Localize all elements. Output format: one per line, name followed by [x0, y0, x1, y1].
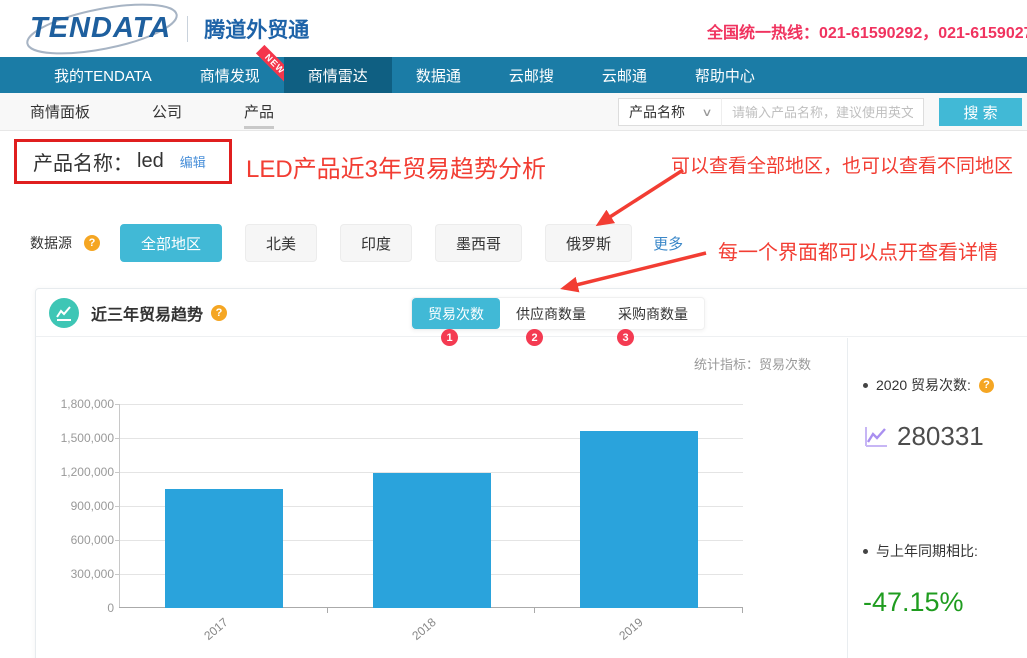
line-chart-icon	[49, 298, 79, 328]
product-name-label: 产品名称：	[33, 147, 133, 176]
chevron-down-icon: ∨	[701, 106, 712, 119]
region-button-russia[interactable]: 俄罗斯	[545, 224, 632, 262]
nav-item-label: 数据通	[416, 65, 461, 86]
subnav-item-dashboard[interactable]: 商情面板	[30, 93, 90, 131]
subnav-item-label: 产品	[244, 101, 274, 122]
bar-column-2018: 2018	[328, 404, 536, 608]
nav-item-label: 商情雷达	[308, 65, 368, 86]
bar-column-2019: 2019	[535, 404, 743, 608]
x-axis-label-2017: 2017	[201, 615, 230, 643]
x-axis-label-2018: 2018	[409, 615, 438, 643]
bar-chart-plot: 2017 2018 2019	[119, 404, 743, 608]
nav-item-mail[interactable]: 云邮通	[578, 57, 671, 93]
tab-supplier-count[interactable]: 供应商数量	[500, 298, 602, 329]
metric-tabs: 贸易次数 供应商数量 采购商数量	[411, 297, 705, 330]
stat-2020-value: 280331	[863, 421, 984, 452]
tab-buyer-count[interactable]: 采购商数量	[602, 298, 704, 329]
logo-text: TENDATA	[30, 12, 171, 45]
help-icon[interactable]: ?	[84, 235, 100, 251]
bullet-dot	[863, 549, 868, 554]
nav-item-datahub[interactable]: 数据通	[392, 57, 485, 93]
help-icon[interactable]: ?	[211, 305, 227, 321]
search-group: 产品名称 ∨ 搜 索	[618, 98, 1022, 126]
brand-name: 腾道外贸通	[204, 14, 309, 44]
region-buttons: 全部地区 北美 印度 墨西哥 俄罗斯	[120, 224, 655, 262]
nav-item-label: 云邮通	[602, 65, 647, 86]
search-category-value: 产品名称	[629, 102, 685, 122]
y-axis-ticks: 1,800,000 1,500,000 1,200,000 900,000 60…	[36, 404, 114, 608]
tab-trade-count[interactable]: 贸易次数	[412, 298, 500, 329]
y-tick: 900,000	[71, 499, 114, 513]
search-input[interactable]	[721, 98, 924, 126]
nav-item-label: 云邮搜	[509, 65, 554, 86]
bar-2019[interactable]	[580, 431, 698, 608]
subnav-item-label: 公司	[152, 101, 182, 122]
sub-nav: 商情面板 公司 产品 产品名称 ∨ 搜 索	[0, 93, 1027, 131]
annotation-headline: LED产品近3年贸易趋势分析	[246, 149, 546, 184]
page: TENDATA 腾道外贸通 全国统一热线：021-61590292，021-61…	[0, 0, 1027, 658]
annotation-detail-note: 每一个界面都可以点开查看详情	[718, 236, 998, 265]
annotation-arrow-regions	[599, 170, 683, 224]
nav-item-help-center[interactable]: 帮助中心	[671, 57, 779, 93]
help-icon[interactable]: ?	[979, 378, 994, 393]
annotation-marker-1: 1	[441, 329, 458, 346]
subnav-item-product[interactable]: 产品	[244, 93, 274, 131]
stat-2020-trade-count: 2020 贸易次数: ?	[863, 375, 994, 395]
x-axis-label-2019: 2019	[616, 615, 645, 643]
search-button[interactable]: 搜 索	[939, 98, 1022, 126]
edit-link[interactable]: 编辑	[180, 152, 206, 171]
bar-column-2017: 2017	[120, 404, 328, 608]
bullet-dot	[863, 383, 868, 388]
main-nav: 我的TENDATA 商情发现 NEW 商情雷达 数据通 云邮搜 云邮通 帮助中心	[0, 57, 1027, 93]
annotation-marker-2: 2	[526, 329, 543, 346]
brand-separator	[187, 16, 188, 42]
trend-line-icon	[863, 425, 889, 449]
panel-divider	[847, 338, 848, 658]
y-tick: 1,800,000	[61, 397, 114, 411]
region-button-all[interactable]: 全部地区	[120, 224, 222, 262]
product-name-box: 产品名称： led 编辑	[14, 139, 232, 184]
search-category-select[interactable]: 产品名称 ∨	[618, 98, 722, 126]
nav-item-label: 商情发现	[200, 65, 260, 86]
nav-item-label: 我的TENDATA	[54, 65, 152, 86]
annotation-regions-note: 可以查看全部地区，也可以查看不同地区	[671, 151, 1013, 178]
y-tick: 1,500,000	[61, 431, 114, 445]
bar-columns: 2017 2018 2019	[120, 404, 743, 608]
y-tick: 600,000	[71, 533, 114, 547]
trend-card-title: 近三年贸易趋势	[91, 301, 203, 325]
chart-indicator-label: 统计指标：贸易次数	[694, 354, 811, 373]
tendata-logo[interactable]: TENDATA	[30, 12, 171, 45]
yoy-percent-value: -47.15%	[863, 587, 964, 618]
bar-2017[interactable]	[165, 489, 283, 608]
more-regions-link[interactable]: 更多	[653, 233, 683, 254]
bar-2018[interactable]	[373, 473, 491, 608]
nav-item-radar[interactable]: 商情雷达	[284, 57, 392, 93]
region-button-mexico[interactable]: 墨西哥	[435, 224, 522, 262]
hotline-text: 全国统一热线：021-61590292，021-61590275	[707, 19, 1027, 43]
nav-item-my-tendata[interactable]: 我的TENDATA	[30, 57, 176, 93]
nav-item-mail-search[interactable]: 云邮搜	[485, 57, 578, 93]
nav-item-label: 帮助中心	[695, 65, 755, 86]
top-header: TENDATA 腾道外贸通 全国统一热线：021-61590292，021-61…	[0, 0, 1027, 57]
y-tick: 1,200,000	[61, 465, 114, 479]
trend-card: 近三年贸易趋势 ? 贸易次数 供应商数量 采购商数量 1 2 3 统计指标：贸易…	[35, 288, 1027, 658]
stat-label: 与上年同期相比:	[876, 541, 978, 561]
data-source-label: 数据源	[30, 233, 72, 253]
annotation-marker-3: 3	[617, 329, 634, 346]
trade-count-number: 280331	[897, 421, 984, 452]
region-button-north-america[interactable]: 北美	[245, 224, 317, 262]
stat-label: 2020 贸易次数:	[876, 375, 971, 395]
product-name-value: led	[137, 150, 164, 173]
nav-item-discovery[interactable]: 商情发现 NEW	[176, 57, 284, 93]
subnav-item-company[interactable]: 公司	[152, 93, 182, 131]
subnav-item-label: 商情面板	[30, 101, 90, 122]
y-tick: 0	[107, 601, 114, 615]
y-tick: 300,000	[71, 567, 114, 581]
stat-yoy-compare: 与上年同期相比:	[863, 541, 978, 561]
region-button-india[interactable]: 印度	[340, 224, 412, 262]
filter-row: 数据源 ? 全部地区 北美 印度 墨西哥 俄罗斯 更多	[30, 224, 683, 262]
